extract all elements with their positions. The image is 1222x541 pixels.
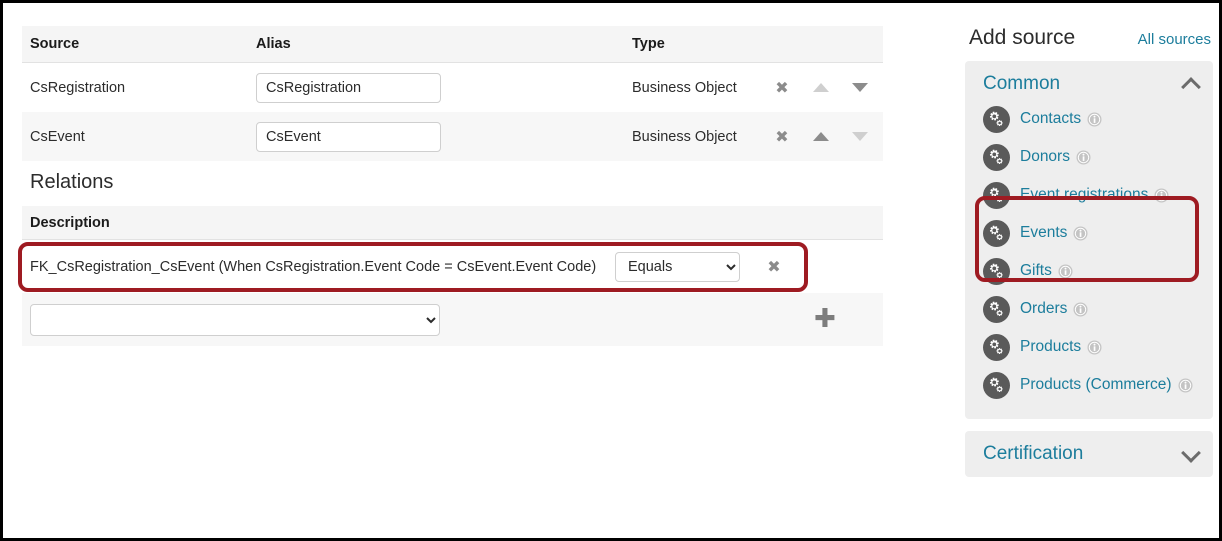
sidebar-group-header-common[interactable]: Common: [965, 69, 1213, 103]
gear-icon: [983, 106, 1010, 133]
info-icon[interactable]: [1076, 150, 1091, 165]
sidebar-group-certification: Certification: [965, 431, 1213, 477]
info-icon[interactable]: [1073, 302, 1088, 317]
column-header-source: Source: [30, 36, 80, 52]
sidebar-item-label: Contacts: [1020, 110, 1082, 127]
close-icon[interactable]: ✖: [759, 255, 789, 279]
move-down-icon[interactable]: [845, 76, 875, 100]
chevron-up-icon[interactable]: [1183, 76, 1199, 92]
column-header-description: Description: [30, 214, 110, 231]
info-icon[interactable]: [1058, 264, 1073, 279]
info-icon[interactable]: [1087, 112, 1102, 127]
info-icon[interactable]: [1154, 188, 1169, 203]
page-title: Add source: [969, 26, 1076, 49]
sidebar-group-header-certification[interactable]: Certification: [965, 439, 1213, 469]
sidebar-item-gifts[interactable]: Gifts: [965, 255, 1213, 293]
move-up-icon[interactable]: [806, 125, 836, 149]
type-cell: Business Object ✖: [624, 76, 883, 100]
sidebar-group-title: Certification: [983, 443, 1084, 464]
alias-input[interactable]: [256, 72, 441, 103]
column-header-alias: Alias: [256, 36, 291, 52]
table-row: CsEvent Business Object ✖: [22, 112, 883, 161]
all-sources-link[interactable]: All sources: [1138, 31, 1211, 48]
info-icon[interactable]: [1073, 226, 1088, 241]
gear-icon: [983, 296, 1010, 323]
sidebar-group-common: Common Contacts Donors Event registratio…: [965, 61, 1213, 419]
close-icon[interactable]: ✖: [767, 125, 797, 149]
sidebar-header: Add source All sources: [965, 26, 1213, 50]
type-cell: Business Object ✖: [624, 125, 883, 149]
relations-table-header: Description: [22, 206, 883, 240]
sidebar-item-label: Donors: [1020, 148, 1070, 165]
alias-cell: [248, 72, 624, 103]
relation-row: FK_CsRegistration_CsEvent (When CsRegist…: [22, 240, 883, 293]
sidebar-item-products[interactable]: Products: [965, 331, 1213, 369]
sidebar-item-orders[interactable]: Orders: [965, 293, 1213, 331]
sources-table-header: Source Alias Type: [22, 26, 883, 63]
sidebar-item-donors[interactable]: Donors: [965, 141, 1213, 179]
sidebar-item-contacts[interactable]: Contacts: [965, 103, 1213, 141]
gear-icon: [983, 372, 1010, 399]
chevron-down-icon[interactable]: [1183, 446, 1199, 462]
sidebar-item-events[interactable]: Events: [965, 217, 1213, 255]
sidebar-item-label: Products (Commerce): [1020, 376, 1172, 393]
alias-cell: [248, 121, 624, 152]
alias-input[interactable]: [256, 121, 441, 152]
screenshot-root: Source Alias Type CsRegistration Busines…: [0, 0, 1222, 541]
gear-icon: [983, 182, 1010, 209]
move-up-icon[interactable]: [806, 76, 836, 100]
gear-icon: [983, 220, 1010, 247]
source-type-label: Business Object: [632, 79, 737, 96]
relation-description: FK_CsRegistration_CsEvent (When CsRegist…: [30, 258, 597, 275]
sidebar-item-label: Events: [1020, 224, 1068, 241]
sidebar-group-title: Common: [983, 73, 1061, 94]
move-down-icon[interactable]: [845, 125, 875, 149]
relations-heading: Relations: [30, 171, 114, 193]
source-name: CsRegistration: [30, 79, 126, 96]
gear-icon: [983, 334, 1010, 361]
info-icon[interactable]: [1178, 378, 1193, 393]
relation-add-row: ✚: [22, 293, 883, 346]
plus-icon[interactable]: ✚: [814, 306, 836, 332]
gear-icon: [983, 144, 1010, 171]
sidebar-item-label: Gifts: [1020, 262, 1052, 279]
info-icon[interactable]: [1087, 340, 1102, 355]
gear-icon: [983, 258, 1010, 285]
sidebar-item-products-commerce[interactable]: Products (Commerce): [965, 369, 1213, 407]
source-name: CsEvent: [30, 128, 85, 145]
sidebar-item-label: Event registrations: [1020, 186, 1149, 203]
sidebar-item-label: Products: [1020, 338, 1082, 355]
add-source-sidebar: Add source All sources Common Contacts D…: [965, 26, 1213, 489]
source-type-label: Business Object: [632, 128, 737, 145]
relation-operator-select[interactable]: Equals: [615, 251, 740, 282]
column-header-type: Type: [632, 36, 665, 52]
sidebar-item-event-registrations[interactable]: Event registrations: [965, 179, 1213, 217]
table-row: CsRegistration Business Object ✖: [22, 63, 883, 112]
sources-and-relations-pane: Source Alias Type CsRegistration Busines…: [22, 26, 883, 346]
close-icon[interactable]: ✖: [767, 76, 797, 100]
sidebar-item-label: Orders: [1020, 300, 1068, 317]
new-relation-select[interactable]: [30, 303, 440, 336]
